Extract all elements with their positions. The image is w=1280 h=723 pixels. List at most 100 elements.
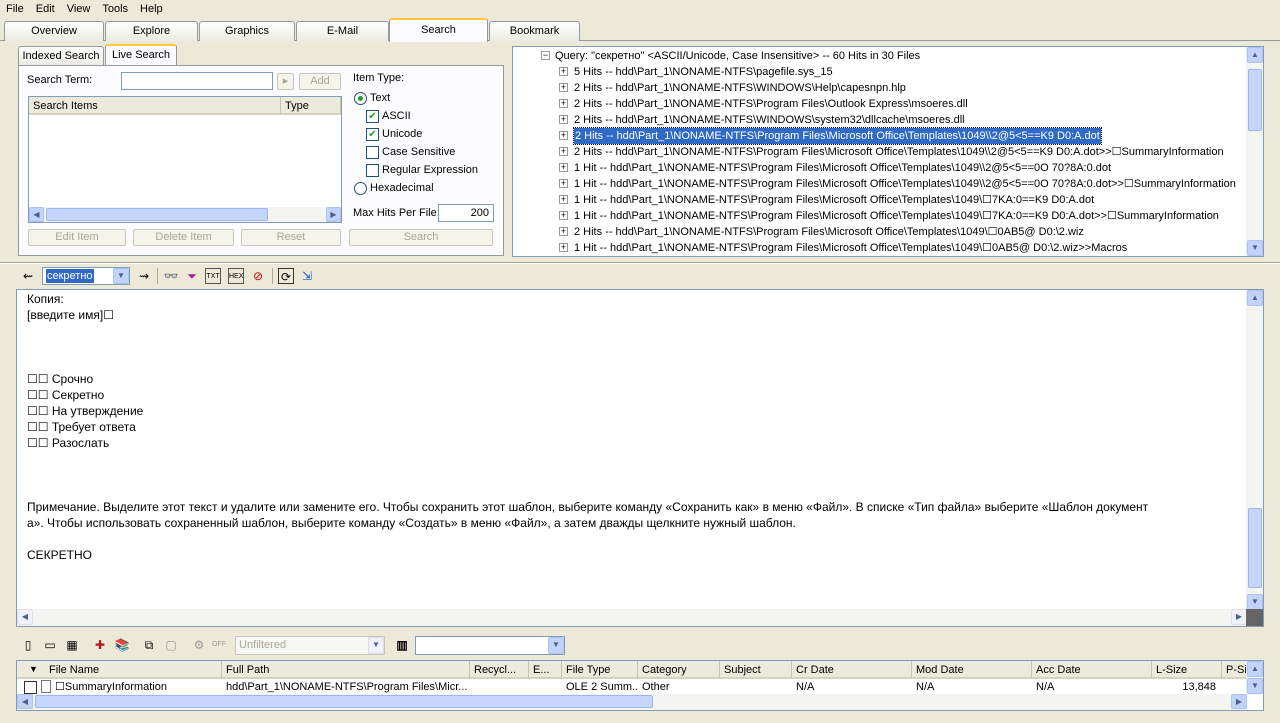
menu-edit[interactable]: Edit bbox=[30, 3, 61, 15]
case-sensitive-checkbox[interactable] bbox=[366, 146, 379, 159]
tab-overview[interactable]: Overview bbox=[4, 21, 104, 41]
chevron-down-icon[interactable]: ▼ bbox=[113, 268, 129, 284]
scroll-right-icon[interactable]: ▶ bbox=[1231, 694, 1247, 709]
menu-help[interactable]: Help bbox=[134, 3, 169, 15]
menu-view[interactable]: View bbox=[61, 3, 97, 15]
books-icon[interactable]: 📚 bbox=[114, 637, 130, 653]
find-next-icon[interactable]: ⇝ bbox=[136, 268, 152, 284]
column-header[interactable]: L-Size bbox=[1152, 661, 1222, 679]
scroll-thumb[interactable] bbox=[1248, 69, 1262, 131]
viewer-vertical-scrollbar[interactable]: ▲ ▼ bbox=[1246, 290, 1263, 610]
filter-combo[interactable]: Unfiltered ▼ bbox=[235, 636, 385, 655]
scroll-down-icon[interactable]: ▼ bbox=[1247, 678, 1263, 694]
column-header[interactable]: Cr Date bbox=[792, 661, 912, 679]
ascii-checkbox[interactable]: ✔ bbox=[366, 110, 379, 123]
file-list-vertical-scrollbar[interactable]: ▲ ▼ bbox=[1246, 661, 1263, 695]
scroll-down-icon[interactable]: ▼ bbox=[1247, 594, 1263, 610]
scroll-left-icon[interactable]: ◀ bbox=[17, 609, 33, 625]
expand-icon[interactable]: + bbox=[559, 147, 568, 156]
tab-email[interactable]: E-Mail bbox=[296, 21, 389, 41]
regex-checkbox[interactable] bbox=[366, 164, 379, 177]
column-header[interactable]: Acc Date bbox=[1032, 661, 1152, 679]
column-header[interactable]: Category bbox=[638, 661, 720, 679]
column-header[interactable]: E... bbox=[529, 661, 562, 679]
arrow-right-button[interactable]: ▸ bbox=[277, 73, 294, 90]
file-list-horizontal-scrollbar[interactable]: ◀ ▶ bbox=[17, 694, 1247, 710]
scroll-left-icon[interactable]: ◀ bbox=[17, 694, 33, 709]
chevron-down-icon[interactable]: ▼ bbox=[548, 637, 564, 654]
unicode-checkbox[interactable]: ✔ bbox=[366, 128, 379, 141]
checkbox-view-icon[interactable]: ▯ bbox=[20, 637, 36, 653]
filter-icon[interactable]: ⏷ bbox=[184, 268, 200, 284]
column-header[interactable]: File Type bbox=[562, 661, 638, 679]
scroll-right-icon[interactable]: ▶ bbox=[326, 207, 341, 222]
text-radio[interactable] bbox=[354, 92, 367, 105]
columns-icon[interactable]: ▥ bbox=[394, 637, 410, 653]
grid-view-icon[interactable]: ▦ bbox=[64, 637, 80, 653]
copy-icon[interactable]: ⧉ bbox=[141, 637, 157, 653]
menu-file[interactable]: File bbox=[0, 3, 30, 15]
scroll-thumb[interactable] bbox=[35, 695, 653, 708]
document-viewer[interactable]: Копия: [введите имя]☐ ☐☐ Срочно ☐☐ Секретно… bbox=[16, 289, 1264, 627]
file-list-table[interactable]: File Name Full Path Recycl... E... File Type… bbox=[16, 660, 1264, 711]
search-term-combo[interactable]: секретно ▼ bbox=[42, 267, 130, 285]
search-button[interactable]: Search bbox=[349, 229, 493, 246]
scroll-left-icon[interactable]: ◀ bbox=[29, 207, 44, 222]
search-term-input[interactable] bbox=[121, 72, 273, 90]
export-icon[interactable]: ⇲ bbox=[299, 268, 315, 284]
scroll-up-icon[interactable]: ▲ bbox=[1247, 290, 1263, 306]
column-header[interactable]: Mod Date bbox=[912, 661, 1032, 679]
expand-icon[interactable]: + bbox=[559, 227, 568, 236]
column-combo[interactable]: ▼ bbox=[415, 636, 565, 655]
text-view-icon[interactable]: TXT bbox=[205, 268, 221, 284]
splitter[interactable] bbox=[0, 262, 1280, 264]
edit-item-button[interactable]: Edit Item bbox=[28, 229, 126, 246]
add-button[interactable]: Add bbox=[299, 73, 341, 90]
sort-icon[interactable]: ▼ bbox=[29, 664, 38, 674]
reset-button[interactable]: Reset bbox=[241, 229, 341, 246]
expand-icon[interactable]: + bbox=[559, 67, 568, 76]
expand-icon[interactable]: + bbox=[559, 243, 568, 252]
tab-bookmark[interactable]: Bookmark bbox=[489, 21, 580, 41]
column-header[interactable]: Subject bbox=[720, 661, 792, 679]
expand-icon[interactable]: + bbox=[559, 99, 568, 108]
tab-graphics[interactable]: Graphics bbox=[199, 21, 295, 41]
collapse-icon[interactable]: − bbox=[541, 51, 550, 60]
scroll-up-icon[interactable]: ▲ bbox=[1247, 47, 1263, 63]
scroll-up-icon[interactable]: ▲ bbox=[1247, 661, 1263, 677]
column-header[interactable]: File Name bbox=[17, 661, 222, 679]
expand-icon[interactable]: + bbox=[559, 83, 568, 92]
scroll-thumb[interactable] bbox=[46, 208, 268, 221]
subtab-indexed-search[interactable]: Indexed Search bbox=[18, 46, 104, 65]
expand-icon[interactable]: + bbox=[559, 115, 568, 124]
chevron-down-icon[interactable]: ▼ bbox=[368, 637, 384, 654]
scroll-right-icon[interactable]: ▶ bbox=[1231, 609, 1247, 625]
column-type[interactable]: Type bbox=[281, 97, 341, 115]
column-header[interactable]: Recycl... bbox=[470, 661, 529, 679]
scroll-down-icon[interactable]: ▼ bbox=[1247, 240, 1263, 256]
column-header[interactable]: Full Path bbox=[222, 661, 470, 679]
subtab-live-search[interactable]: Live Search bbox=[105, 44, 177, 65]
document-icon[interactable]: ▢ bbox=[163, 637, 179, 653]
bookmark-icon[interactable]: ✚ bbox=[92, 637, 108, 653]
expand-icon[interactable]: + bbox=[559, 179, 568, 188]
expand-icon[interactable]: + bbox=[559, 195, 568, 204]
tree-vertical-scrollbar[interactable]: ▲ ▼ bbox=[1246, 47, 1263, 256]
scroll-thumb[interactable] bbox=[1248, 508, 1262, 588]
hexadecimal-radio[interactable] bbox=[354, 182, 367, 195]
sync-icon[interactable]: ⟳ bbox=[278, 268, 294, 284]
filter-toggle-icon[interactable]: ⚙ bbox=[191, 637, 207, 653]
tab-search[interactable]: Search bbox=[389, 18, 488, 42]
expand-icon[interactable]: + bbox=[559, 211, 568, 220]
hex-view-icon[interactable]: HEX bbox=[228, 268, 244, 284]
tab-explore[interactable]: Explore bbox=[105, 21, 198, 41]
delete-item-button[interactable]: Delete Item bbox=[133, 229, 234, 246]
max-hits-input[interactable]: 200 bbox=[438, 204, 494, 222]
list-view-icon[interactable]: ▭ bbox=[42, 637, 58, 653]
results-tree[interactable]: − Query: "секретно" <ASCII/Unicode, Case… bbox=[512, 46, 1264, 257]
search-items-list[interactable]: Search Items Type ◀ ▶ bbox=[28, 96, 342, 223]
find-previous-icon[interactable]: ⇜ bbox=[20, 268, 36, 284]
expand-icon[interactable]: + bbox=[559, 163, 568, 172]
horizontal-scrollbar[interactable]: ◀ ▶ bbox=[29, 207, 341, 222]
menu-tools[interactable]: Tools bbox=[96, 3, 134, 15]
